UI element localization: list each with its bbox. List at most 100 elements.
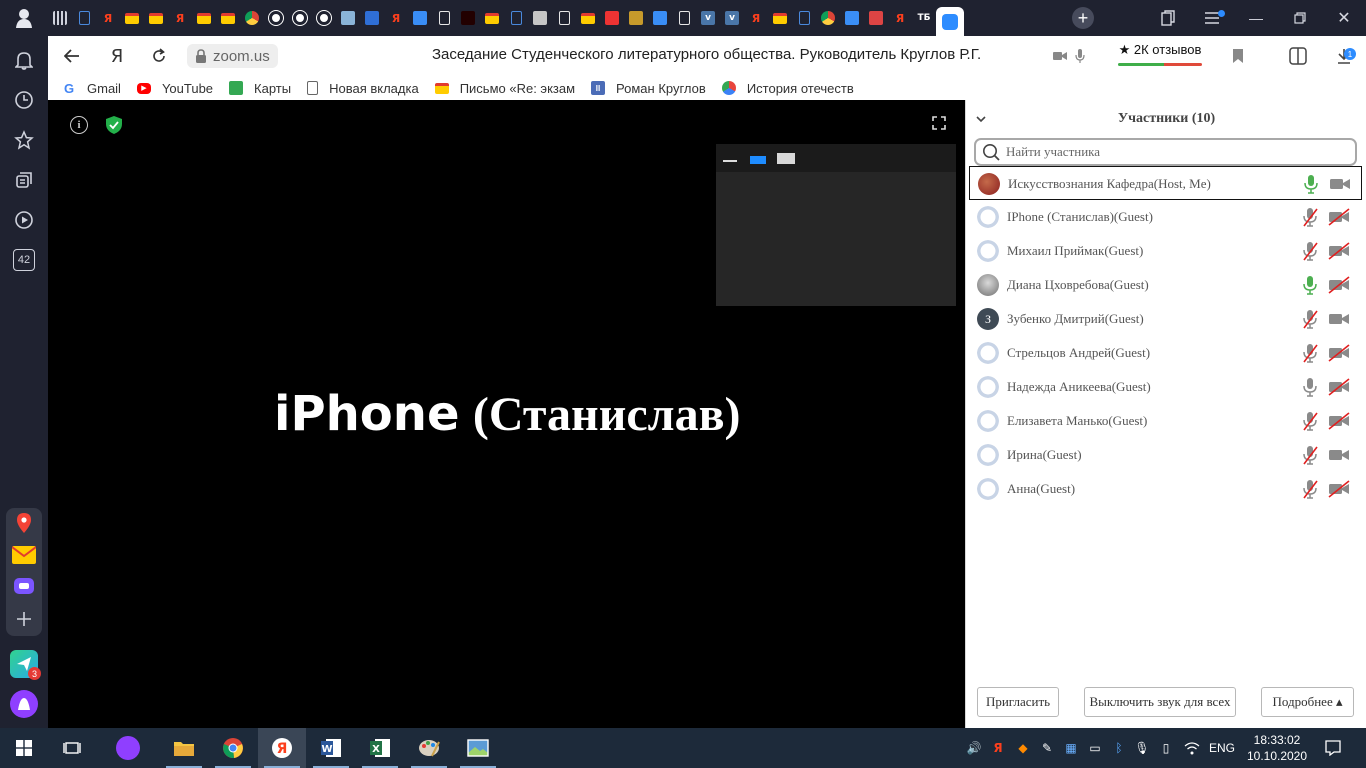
- tray-monitor[interactable]: ▭: [1087, 740, 1103, 756]
- video-off-icon[interactable]: [1328, 378, 1350, 401]
- participant-row[interactable]: IPhone (Станислав)(Guest): [969, 200, 1362, 234]
- maximize-button[interactable]: [1278, 0, 1322, 36]
- language-indicator[interactable]: ENG: [1209, 741, 1235, 755]
- browser-tab[interactable]: [288, 7, 312, 29]
- video-off-icon[interactable]: [1328, 276, 1350, 299]
- new-tab-button[interactable]: +: [1072, 7, 1094, 29]
- tab-manager-button[interactable]: [1146, 0, 1190, 36]
- collections-button[interactable]: [12, 168, 36, 192]
- view-mode-button[interactable]: [750, 156, 766, 164]
- notifications-button[interactable]: [12, 48, 36, 72]
- browser-tab[interactable]: [600, 7, 624, 29]
- video-off-icon[interactable]: [1328, 208, 1350, 231]
- counter-button[interactable]: 42: [12, 248, 36, 272]
- back-button[interactable]: [60, 44, 84, 68]
- tray-app-orange[interactable]: ◆: [1015, 740, 1031, 756]
- bookmark-item[interactable]: G Gmail: [62, 81, 121, 96]
- video-icon[interactable]: [1328, 446, 1350, 469]
- profile-button[interactable]: [0, 0, 48, 36]
- microphone-icon[interactable]: [1303, 174, 1319, 199]
- battery-tray[interactable]: ▯: [1158, 740, 1174, 756]
- video-off-icon[interactable]: [1328, 344, 1350, 367]
- bookmark-item[interactable]: Карты: [229, 81, 291, 96]
- extensions-button[interactable]: [1288, 46, 1308, 66]
- microphone-muted-icon[interactable]: [1302, 343, 1318, 368]
- browser-tab[interactable]: Я: [168, 7, 192, 29]
- browser-tab[interactable]: [48, 7, 72, 29]
- taskbar-word[interactable]: W: [307, 728, 355, 768]
- yandex-tray[interactable]: Я: [990, 740, 1006, 756]
- browser-tab[interactable]: Я: [96, 7, 120, 29]
- browser-tab[interactable]: [456, 7, 480, 29]
- send-app-button[interactable]: 3: [10, 650, 41, 680]
- browser-tab[interactable]: [816, 7, 840, 29]
- browser-tab[interactable]: [768, 7, 792, 29]
- taskbar-excel[interactable]: X: [356, 728, 404, 768]
- video-icon[interactable]: [1329, 175, 1351, 198]
- microphone-muted-icon[interactable]: [1302, 445, 1318, 470]
- browser-tab[interactable]: Я: [744, 7, 768, 29]
- participant-row[interactable]: Стрельцов Андрей(Guest): [969, 336, 1362, 370]
- browser-tab[interactable]: [360, 7, 384, 29]
- browser-tab[interactable]: [840, 7, 864, 29]
- minimize-thumbnail-button[interactable]: [723, 160, 737, 162]
- browser-tab[interactable]: [552, 7, 576, 29]
- self-view-thumbnail[interactable]: [716, 144, 956, 306]
- clock[interactable]: 18:33:02 10.10.2020: [1244, 732, 1310, 764]
- microphone-icon[interactable]: [1302, 377, 1318, 402]
- participant-row[interactable]: Анна(Guest): [969, 472, 1362, 506]
- participant-row[interactable]: Михаил Приймак(Guest): [969, 234, 1362, 268]
- browser-tab[interactable]: [648, 7, 672, 29]
- invite-button[interactable]: Пригласить: [977, 687, 1059, 717]
- bookmark-item[interactable]: II Роман Круглов: [591, 81, 706, 96]
- taskbar-chrome[interactable]: [209, 728, 257, 768]
- browser-tab[interactable]: [672, 7, 696, 29]
- taskbar-photos[interactable]: [454, 728, 502, 768]
- downloads-button[interactable]: 1: [1334, 46, 1356, 66]
- video-off-icon[interactable]: [1328, 412, 1350, 435]
- volume-tray[interactable]: 🔊: [966, 740, 982, 756]
- bookmark-item[interactable]: ▶ YouTube: [136, 81, 213, 96]
- taskbar-yandex-browser[interactable]: Я: [258, 728, 306, 768]
- browser-tab[interactable]: [864, 7, 888, 29]
- mute-all-button[interactable]: Выключить звук для всех: [1084, 687, 1236, 717]
- bluetooth-tray[interactable]: ᛒ: [1111, 740, 1127, 756]
- video-button[interactable]: [12, 208, 36, 232]
- microphone-muted-icon[interactable]: [1302, 207, 1318, 232]
- browser-tab[interactable]: [576, 7, 600, 29]
- browser-tab[interactable]: v: [696, 7, 720, 29]
- action-center-button[interactable]: [1325, 740, 1341, 756]
- browser-tab[interactable]: [72, 7, 96, 29]
- tray-tools[interactable]: ✎: [1039, 740, 1055, 756]
- browser-tab[interactable]: [432, 7, 456, 29]
- browser-tab[interactable]: [792, 7, 816, 29]
- bookmark-item[interactable]: История отечеств: [721, 81, 854, 96]
- browser-tab[interactable]: [264, 7, 288, 29]
- tray-network-app[interactable]: ▦: [1063, 740, 1079, 756]
- microphone-muted-icon[interactable]: [1302, 411, 1318, 436]
- history-button[interactable]: [12, 88, 36, 112]
- security-status[interactable]: [106, 116, 122, 139]
- browser-tab[interactable]: [216, 7, 240, 29]
- favorites-button[interactable]: [12, 128, 36, 152]
- mic-permission-button[interactable]: [1070, 46, 1090, 66]
- video-off-icon[interactable]: [1328, 480, 1350, 503]
- browser-tab[interactable]: [528, 7, 552, 29]
- bookmark-item[interactable]: Письмо «Re: экзам: [434, 81, 575, 96]
- yandex-home-button[interactable]: Я: [105, 44, 129, 68]
- browser-tab[interactable]: [312, 7, 336, 29]
- participant-row[interactable]: З Зубенко Дмитрий(Guest): [969, 302, 1362, 336]
- add-app-button[interactable]: [13, 608, 35, 630]
- minimize-button[interactable]: —: [1234, 0, 1278, 36]
- task-view-button[interactable]: [48, 728, 96, 768]
- browser-tab[interactable]: [408, 7, 432, 29]
- meeting-info-button[interactable]: i: [70, 116, 88, 134]
- browser-tab[interactable]: ТБ: [912, 7, 936, 29]
- camera-permission-button[interactable]: [1050, 46, 1070, 66]
- gallery-mode-button[interactable]: [777, 153, 795, 164]
- participant-row[interactable]: Ирина(Guest): [969, 438, 1362, 472]
- more-button[interactable]: Подробнее ▴: [1261, 687, 1354, 717]
- url-field[interactable]: zoom.us: [187, 44, 278, 68]
- taskbar-file-explorer[interactable]: [160, 728, 208, 768]
- browser-tab[interactable]: [240, 7, 264, 29]
